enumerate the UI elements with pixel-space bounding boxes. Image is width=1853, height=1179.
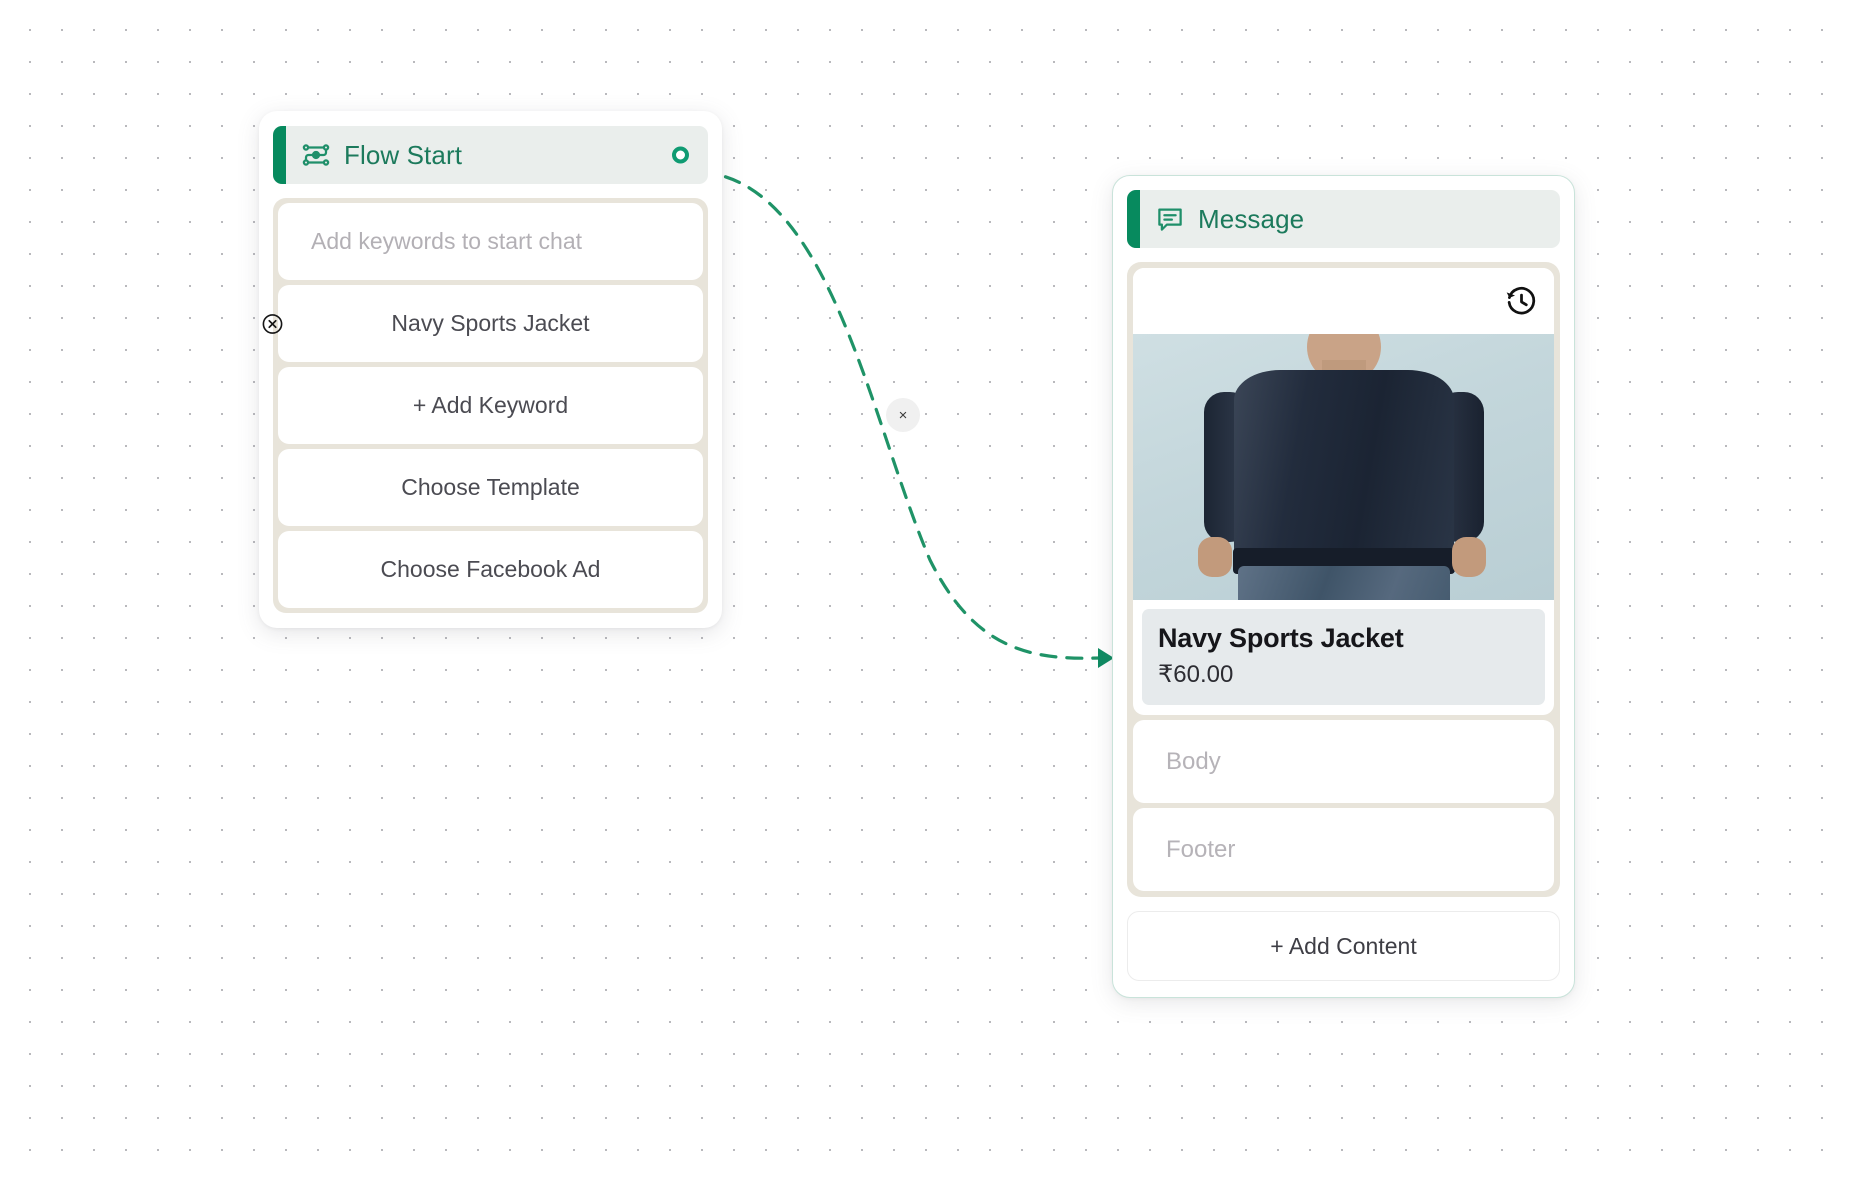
product-title: Navy Sports Jacket <box>1158 623 1404 653</box>
flow-start-body: Add keywords to start chat Navy Sports J… <box>262 198 708 613</box>
flow-start-output-port[interactable] <box>672 146 689 164</box>
history-icon[interactable] <box>1504 284 1538 318</box>
connector-delete-button[interactable]: × <box>886 398 920 432</box>
remove-keyword-icon[interactable] <box>261 312 284 335</box>
product-info: Navy Sports Jacket ₹60.00 <box>1142 609 1545 706</box>
product-media-card[interactable]: Navy Sports Jacket ₹60.00 <box>1133 268 1554 716</box>
media-toolbar <box>1133 268 1554 334</box>
message-body: Navy Sports Jacket ₹60.00 Body Footer <box>1127 262 1560 898</box>
add-keyword-button[interactable]: + Add Keyword <box>278 367 703 444</box>
flow-start-node[interactable]: Flow Start Add keywords to start chat Na… <box>259 111 722 628</box>
choose-facebook-ad-button[interactable]: Choose Facebook Ad <box>278 531 703 608</box>
flow-canvas[interactable]: × Flow Start Add keywords to start chat … <box>0 0 1853 1179</box>
product-price: ₹60.00 <box>1158 661 1234 689</box>
keyword-chip-row[interactable]: Navy Sports Jacket <box>262 285 703 362</box>
keyword-label: Navy Sports Jacket <box>391 310 590 336</box>
keyword-input[interactable]: Add keywords to start chat <box>278 203 703 280</box>
message-node[interactable]: Message Navy Sports Jacket ₹60.00 Body F… <box>1112 175 1575 999</box>
flow-icon <box>301 140 331 170</box>
product-image <box>1133 334 1554 600</box>
message-icon <box>1155 204 1185 234</box>
add-content-button[interactable]: + Add Content <box>1127 911 1560 982</box>
message-header[interactable]: Message <box>1127 190 1560 248</box>
message-title: Message <box>1198 203 1305 234</box>
choose-template-button[interactable]: Choose Template <box>278 449 703 526</box>
body-field[interactable]: Body <box>1133 720 1554 804</box>
flow-start-title: Flow Start <box>344 139 463 170</box>
footer-field[interactable]: Footer <box>1133 808 1554 892</box>
flow-start-header[interactable]: Flow Start <box>273 126 708 184</box>
